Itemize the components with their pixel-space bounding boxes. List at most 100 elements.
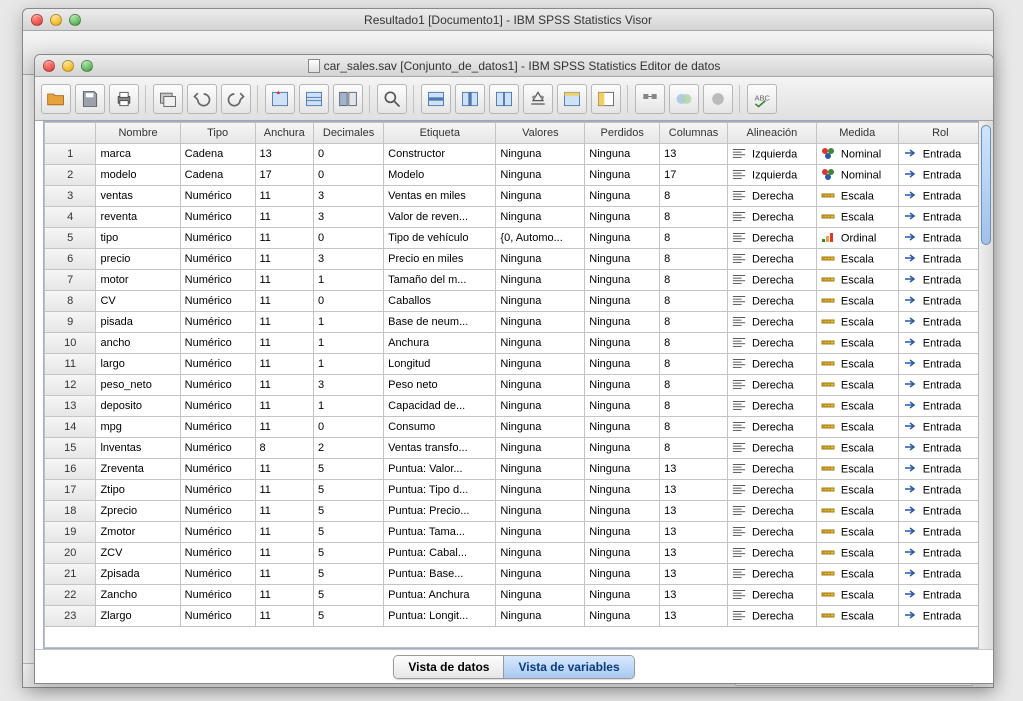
cell-etiqueta[interactable]: Peso neto <box>384 375 496 396</box>
cell-etiqueta[interactable]: Puntua: Tipo d... <box>384 480 496 501</box>
cell-tipo[interactable]: Numérico <box>181 207 256 228</box>
cell-alineacion[interactable]: Derecha <box>728 375 817 396</box>
cell-columnas[interactable]: 13 <box>660 144 728 165</box>
cell-valores[interactable]: Ninguna <box>496 543 585 564</box>
cell-rol[interactable]: Entrada <box>899 165 983 186</box>
cell-valores[interactable]: Ninguna <box>496 354 585 375</box>
select-cases-button[interactable] <box>557 84 587 114</box>
use-sets-button[interactable] <box>635 84 665 114</box>
zoom-icon[interactable] <box>69 14 81 26</box>
cell-alineacion[interactable]: Derecha <box>728 459 817 480</box>
column-header[interactable]: Valores <box>496 123 585 144</box>
cell-perdidos[interactable]: Ninguna <box>585 396 660 417</box>
cell-nombre[interactable]: Zreventa <box>96 459 180 480</box>
cell-nombre[interactable]: Zlargo <box>96 606 180 627</box>
cell-columnas[interactable]: 13 <box>660 564 728 585</box>
cell-rol[interactable]: Entrada <box>899 606 983 627</box>
cell-perdidos[interactable]: Ninguna <box>585 249 660 270</box>
variable-row[interactable]: 3ventasNumérico113Ventas en milesNinguna… <box>45 186 983 207</box>
cell-decimales[interactable]: 5 <box>314 606 384 627</box>
cell-columnas[interactable]: 8 <box>660 207 728 228</box>
cell-nombre[interactable]: mpg <box>96 417 180 438</box>
cell-columnas[interactable]: 17 <box>660 165 728 186</box>
cell-medida[interactable]: Escala <box>817 501 899 522</box>
row-number[interactable]: 20 <box>45 543 96 564</box>
cell-perdidos[interactable]: Ninguna <box>585 501 660 522</box>
cell-nombre[interactable]: modelo <box>96 165 180 186</box>
titlebar-back[interactable]: Resultado1 [Documento1] - IBM SPSS Stati… <box>23 9 993 31</box>
cell-perdidos[interactable]: Ninguna <box>585 165 660 186</box>
column-header[interactable]: Etiqueta <box>384 123 496 144</box>
cell-etiqueta[interactable]: Valor de reven... <box>384 207 496 228</box>
insert-variable-button[interactable] <box>455 84 485 114</box>
cell-columnas[interactable]: 8 <box>660 438 728 459</box>
cell-nombre[interactable]: Zancho <box>96 585 180 606</box>
cell-columnas[interactable]: 13 <box>660 501 728 522</box>
cell-rol[interactable]: Entrada <box>899 480 983 501</box>
cell-valores[interactable]: Ninguna <box>496 501 585 522</box>
row-number[interactable]: 18 <box>45 501 96 522</box>
cell-anchura[interactable]: 11 <box>256 312 314 333</box>
cell-tipo[interactable]: Numérico <box>181 186 256 207</box>
variable-row[interactable]: 10anchoNumérico111AnchuraNingunaNinguna8… <box>45 333 983 354</box>
tab-variable-view[interactable]: Vista de variables <box>503 656 633 678</box>
titlebar-front[interactable]: car_sales.sav [Conjunto_de_datos1] - IBM… <box>35 55 993 77</box>
cell-nombre[interactable]: marca <box>96 144 180 165</box>
variable-row[interactable]: 23ZlargoNumérico115Puntua: Longit...Ning… <box>45 606 983 627</box>
cell-perdidos[interactable]: Ninguna <box>585 564 660 585</box>
row-number[interactable]: 10 <box>45 333 96 354</box>
cell-medida[interactable]: Escala <box>817 522 899 543</box>
cell-etiqueta[interactable]: Ventas en miles <box>384 186 496 207</box>
cell-decimales[interactable]: 1 <box>314 270 384 291</box>
zoom-icon[interactable] <box>81 60 93 72</box>
cell-valores[interactable]: Ninguna <box>496 249 585 270</box>
row-number[interactable]: 22 <box>45 585 96 606</box>
cell-anchura[interactable]: 11 <box>256 207 314 228</box>
cell-decimales[interactable]: 0 <box>314 165 384 186</box>
cell-anchura[interactable]: 11 <box>256 354 314 375</box>
cell-tipo[interactable]: Cadena <box>181 165 256 186</box>
cell-rol[interactable]: Entrada <box>899 333 983 354</box>
cell-alineacion[interactable]: Derecha <box>728 438 817 459</box>
cell-rol[interactable]: Entrada <box>899 207 983 228</box>
print-button[interactable] <box>109 84 139 114</box>
cell-anchura[interactable]: 11 <box>256 459 314 480</box>
cell-medida[interactable]: Escala <box>817 480 899 501</box>
redo-button[interactable] <box>221 84 251 114</box>
cell-alineacion[interactable]: Izquierda <box>728 165 817 186</box>
variable-row[interactable]: 6precioNumérico113Precio en milesNinguna… <box>45 249 983 270</box>
cell-tipo[interactable]: Numérico <box>181 396 256 417</box>
cell-tipo[interactable]: Numérico <box>181 522 256 543</box>
cell-perdidos[interactable]: Ninguna <box>585 228 660 249</box>
cell-alineacion[interactable]: Derecha <box>728 543 817 564</box>
cell-nombre[interactable]: pisada <box>96 312 180 333</box>
column-header[interactable]: Decimales <box>314 123 384 144</box>
cell-tipo[interactable]: Numérico <box>181 501 256 522</box>
goto-variable-button[interactable] <box>299 84 329 114</box>
cell-decimales[interactable]: 0 <box>314 228 384 249</box>
cell-nombre[interactable]: ancho <box>96 333 180 354</box>
cell-decimales[interactable]: 5 <box>314 459 384 480</box>
cell-valores[interactable]: Ninguna <box>496 375 585 396</box>
cell-anchura[interactable]: 11 <box>256 501 314 522</box>
cell-columnas[interactable]: 13 <box>660 459 728 480</box>
column-header[interactable]: Alineación <box>728 123 817 144</box>
cell-decimales[interactable]: 5 <box>314 501 384 522</box>
row-number[interactable]: 1 <box>45 144 96 165</box>
cell-decimales[interactable]: 5 <box>314 585 384 606</box>
cell-rol[interactable]: Entrada <box>899 459 983 480</box>
cell-perdidos[interactable]: Ninguna <box>585 270 660 291</box>
cell-etiqueta[interactable]: Puntua: Cabal... <box>384 543 496 564</box>
cell-valores[interactable]: Ninguna <box>496 606 585 627</box>
column-header[interactable]: Medida <box>817 123 899 144</box>
variable-row[interactable]: 11largoNumérico111LongitudNingunaNinguna… <box>45 354 983 375</box>
cell-decimales[interactable]: 3 <box>314 249 384 270</box>
cell-rol[interactable]: Entrada <box>899 270 983 291</box>
row-number[interactable]: 15 <box>45 438 96 459</box>
cell-etiqueta[interactable]: Puntua: Tama... <box>384 522 496 543</box>
cell-alineacion[interactable]: Derecha <box>728 312 817 333</box>
cell-etiqueta[interactable]: Puntua: Base... <box>384 564 496 585</box>
cell-alineacion[interactable]: Derecha <box>728 522 817 543</box>
cell-columnas[interactable]: 13 <box>660 606 728 627</box>
cell-nombre[interactable]: Zpisada <box>96 564 180 585</box>
